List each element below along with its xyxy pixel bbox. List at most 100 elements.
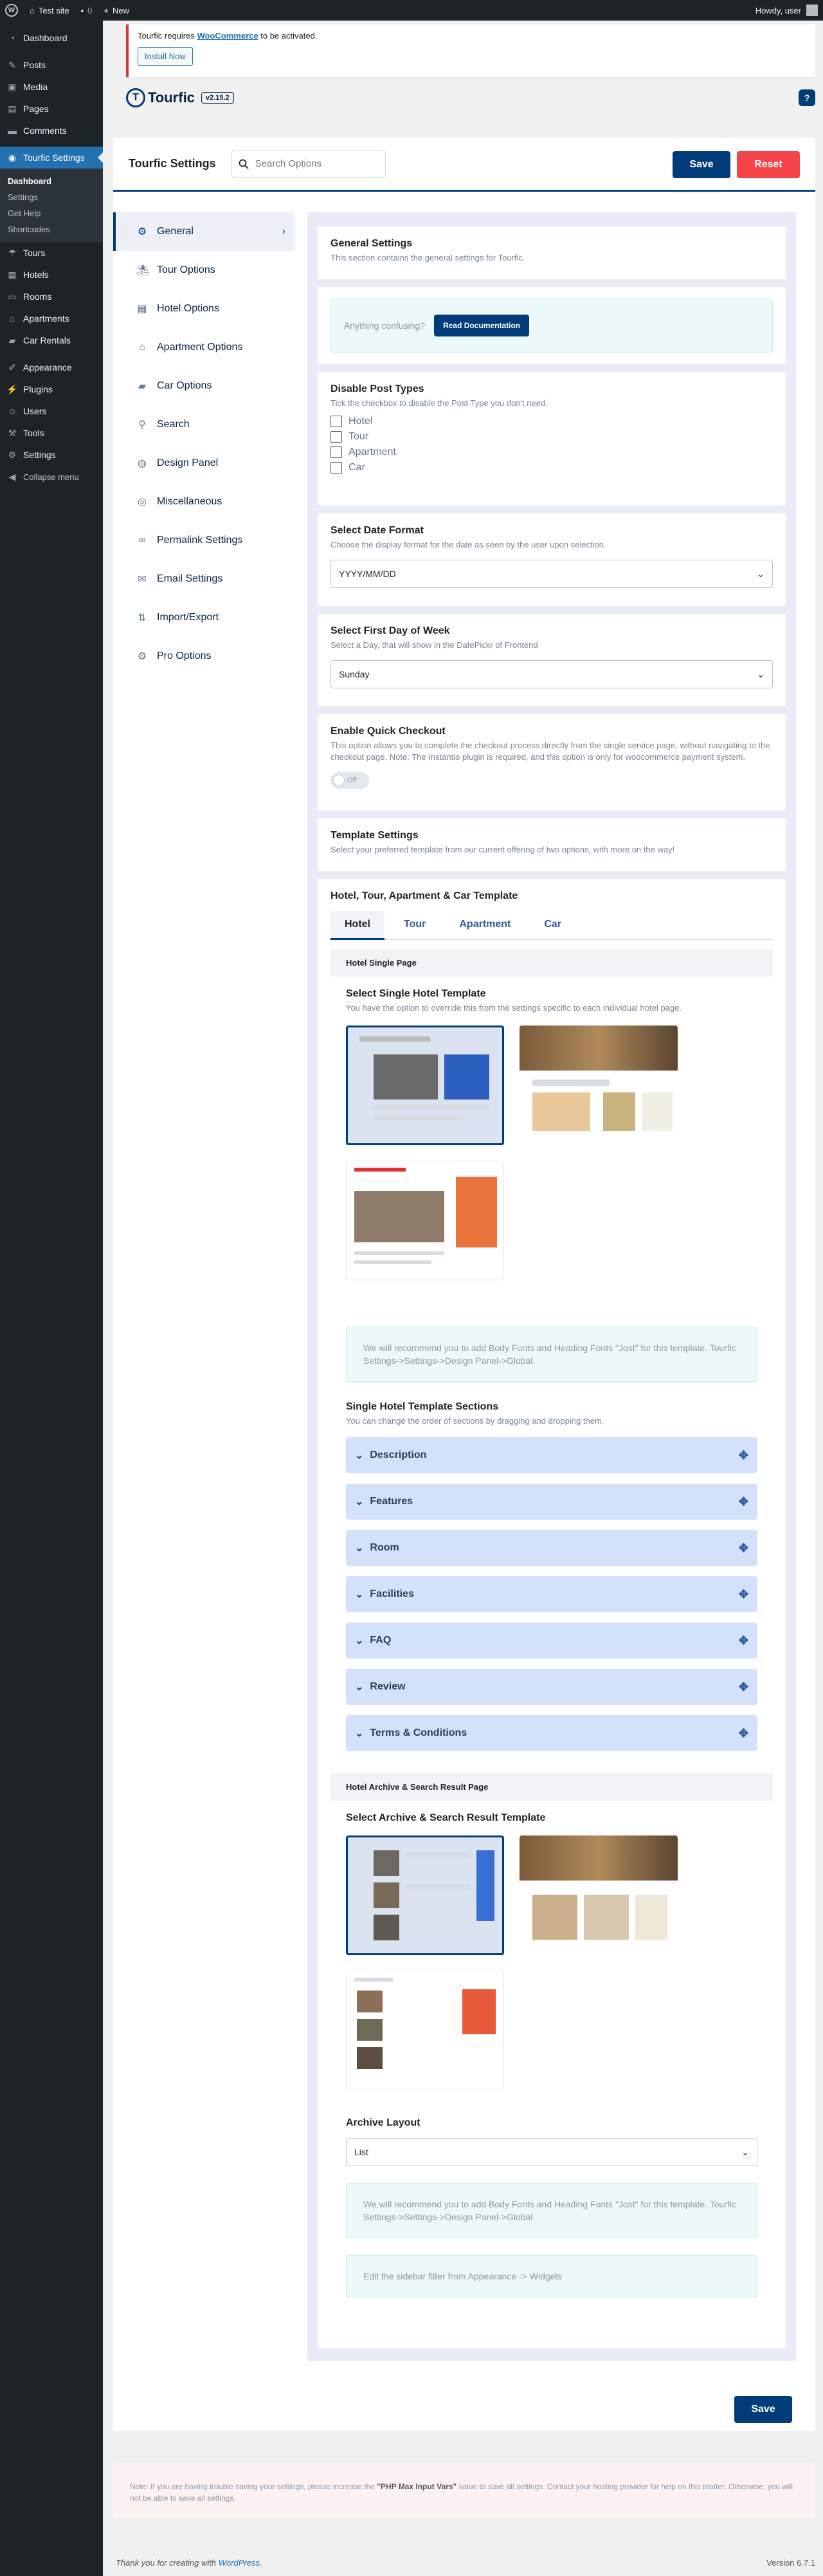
- page-title: Tourfic Settings: [129, 157, 216, 170]
- help-button[interactable]: ?: [799, 89, 815, 106]
- nav-search[interactable]: ⚲ Search: [113, 405, 294, 444]
- sidebar-item-appearance[interactable]: ✐ Appearance: [0, 356, 103, 378]
- drag-icon[interactable]: ✥: [739, 1541, 748, 1555]
- field-desc: This option allows you to complete the c…: [330, 741, 770, 762]
- site-name-link[interactable]: ⌂ Test site: [30, 6, 69, 15]
- sidebar-item-dashboard[interactable]: ◔ Dashboard: [0, 27, 103, 49]
- section-faq[interactable]: ⌄ FAQ ✥: [346, 1623, 757, 1659]
- tab-hotel[interactable]: Hotel: [330, 911, 384, 940]
- tab-tour[interactable]: Tour: [390, 911, 440, 939]
- avatar: [806, 5, 818, 16]
- sidebar-item-plugins[interactable]: ⚡ Plugins: [0, 378, 103, 400]
- template-option-3[interactable]: [346, 1161, 504, 1280]
- save-button[interactable]: Save: [673, 151, 730, 178]
- archive-layout-select[interactable]: List ⌄: [346, 2138, 757, 2166]
- nav-hotel-options[interactable]: ▦ Hotel Options: [113, 290, 294, 328]
- section-terms[interactable]: ⌄ Terms & Conditions ✥: [346, 1715, 757, 1751]
- new-content-link[interactable]: + New: [104, 6, 129, 15]
- save-button-bottom[interactable]: Save: [734, 2396, 792, 2423]
- checkbox-box[interactable]: [330, 416, 342, 427]
- nav-miscellaneous[interactable]: ◎ Miscellaneous: [113, 483, 294, 521]
- archive-option-2[interactable]: [520, 1835, 678, 1955]
- sidebar-item-comments[interactable]: ▬ Comments: [0, 120, 103, 142]
- section-features[interactable]: ⌄ Features ✥: [346, 1484, 757, 1520]
- checkbox-apartment[interactable]: Apartment: [330, 446, 773, 458]
- sidebar-item-tools[interactable]: ⚒ Tools: [0, 422, 103, 444]
- sidebar-item-hotels[interactable]: ▦ Hotels: [0, 264, 103, 286]
- template-option-2[interactable]: [520, 1026, 678, 1145]
- first-day-select[interactable]: Sunday ⌄: [330, 660, 773, 688]
- section-description[interactable]: ⌄ Description ✥: [346, 1437, 757, 1473]
- template-option-1[interactable]: [346, 1026, 504, 1145]
- archive-option-1[interactable]: [346, 1835, 504, 1955]
- drag-icon[interactable]: ✥: [739, 1495, 748, 1509]
- nav-import-export[interactable]: ⇅ Import/Export: [113, 598, 294, 637]
- user-account-menu[interactable]: Howdy, user: [755, 5, 818, 16]
- archive-option-3[interactable]: [346, 1971, 504, 2090]
- section-room[interactable]: ⌄ Room ✥: [346, 1530, 757, 1566]
- sidebar-item-collapse[interactable]: ◀ Collapse menu: [0, 466, 103, 488]
- search-icon: ⚲: [138, 419, 146, 430]
- nav-tour-options[interactable]: ⛱ Tour Options: [113, 251, 294, 290]
- apartment-icon: ⌂: [9, 313, 15, 324]
- quick-checkout-toggle[interactable]: Off: [330, 772, 369, 789]
- nav-car-options[interactable]: ▰ Car Options: [113, 367, 294, 405]
- submenu-dashboard[interactable]: Dashboard: [0, 173, 103, 189]
- nav-pro-options[interactable]: ⚙ Pro Options: [113, 637, 294, 676]
- nav-email-settings[interactable]: ✉ Email Settings: [113, 560, 294, 598]
- nav-apartment-options[interactable]: ⌂ Apartment Options: [113, 328, 294, 367]
- wordpress-logo[interactable]: W: [5, 4, 18, 17]
- submenu-get-help[interactable]: Get Help: [0, 205, 103, 221]
- submenu-settings[interactable]: Settings: [0, 189, 103, 205]
- wordpress-link[interactable]: WordPress: [219, 2558, 260, 2568]
- brand-row: T Tourfic v2.15.2 ?: [126, 82, 815, 113]
- checkbox-box[interactable]: [330, 462, 342, 474]
- checkbox-car[interactable]: Car: [330, 462, 773, 474]
- sidebar-item-pages[interactable]: ▤ Pages: [0, 98, 103, 120]
- settings-icon: ⚙: [8, 449, 17, 460]
- woocommerce-link[interactable]: WooCommerce: [197, 31, 258, 41]
- nav-general[interactable]: ⚙ General ›: [113, 212, 294, 251]
- room-icon: ▭: [8, 291, 17, 302]
- sidebar-item-settings[interactable]: ⚙ Settings: [0, 444, 103, 466]
- read-documentation-button[interactable]: Read Documentation: [434, 315, 530, 336]
- sidebar-item-apartments[interactable]: ⌂ Apartments: [0, 308, 103, 329]
- drag-icon[interactable]: ✥: [739, 1634, 748, 1648]
- car-icon: ▰: [138, 381, 147, 392]
- nav-design-panel[interactable]: ◍ Design Panel: [113, 444, 294, 483]
- tab-car[interactable]: Car: [530, 911, 575, 939]
- drag-icon[interactable]: ✥: [739, 1727, 748, 1740]
- sidebar-item-car-rentals[interactable]: ▰ Car Rentals: [0, 329, 103, 351]
- drag-icon[interactable]: ✥: [739, 1680, 748, 1694]
- section-review[interactable]: ⌄ Review ✥: [346, 1669, 757, 1705]
- checkbox-box[interactable]: [330, 446, 342, 458]
- comments-link[interactable]: ▪ 0: [81, 6, 93, 15]
- house-icon: ⌂: [139, 342, 145, 353]
- collapse-icon: ◀: [8, 471, 16, 482]
- drag-icon[interactable]: ✥: [739, 1449, 748, 1462]
- checkbox-box[interactable]: [330, 431, 342, 443]
- reset-button[interactable]: Reset: [737, 151, 800, 178]
- submenu-shortcodes[interactable]: Shortcodes: [0, 221, 103, 237]
- nav-permalink-settings[interactable]: ∞ Permalink Settings: [113, 521, 294, 560]
- checkbox-hotel[interactable]: Hotel: [330, 416, 773, 427]
- search-input[interactable]: [255, 158, 371, 169]
- checkbox-tour[interactable]: Tour: [330, 431, 773, 443]
- sidebar-item-rooms[interactable]: ▭ Rooms: [0, 286, 103, 308]
- date-format-select[interactable]: YYYY/MM/DD ⌄: [330, 560, 773, 588]
- toggle-knob: [333, 775, 345, 786]
- sidebar-item-tourfic-settings[interactable]: ◉ Tourfic Settings: [0, 147, 103, 169]
- sidebar-item-users[interactable]: ☺ Users: [0, 400, 103, 422]
- search-box[interactable]: [231, 150, 386, 178]
- sidebar-item-tours[interactable]: ☂ Tours: [0, 242, 103, 264]
- import-icon: ⇅: [138, 612, 147, 623]
- field-desc: You have the option to override this fro…: [346, 1003, 682, 1013]
- section-facilities[interactable]: ⌄ Facilities ✥: [346, 1576, 757, 1612]
- chevron-down-icon: ⌄: [757, 568, 764, 579]
- install-now-button[interactable]: Install Now: [138, 47, 193, 66]
- drag-icon[interactable]: ✥: [739, 1588, 748, 1601]
- disable-post-types-card: Disable Post Types Tick the checkbox to …: [318, 372, 786, 506]
- sidebar-item-posts[interactable]: ✎ Posts: [0, 54, 103, 76]
- tab-apartment[interactable]: Apartment: [445, 911, 525, 939]
- sidebar-item-media[interactable]: ▣ Media: [0, 76, 103, 98]
